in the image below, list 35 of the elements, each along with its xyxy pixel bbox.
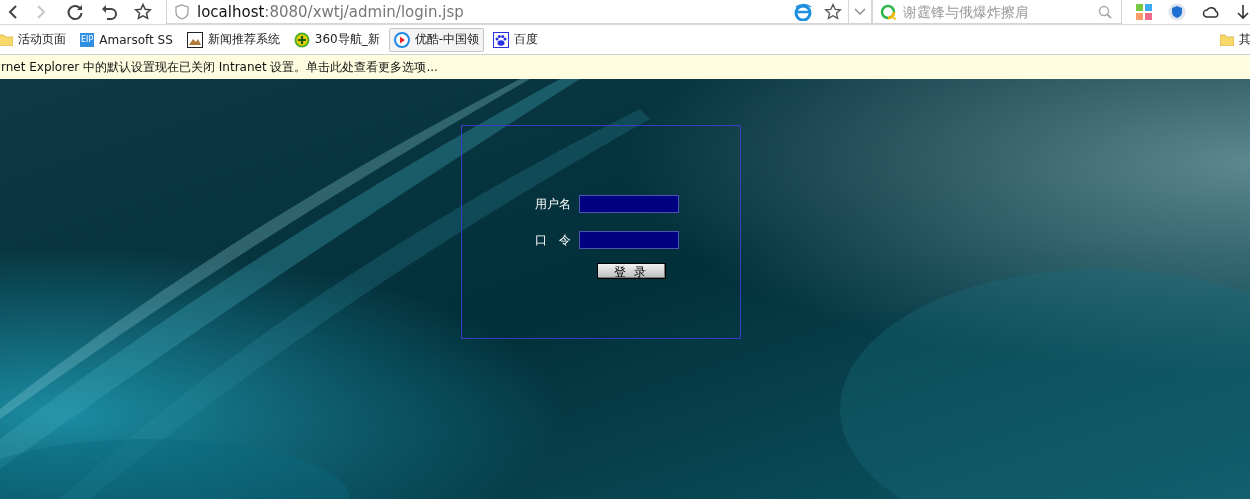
play-circle-icon (393, 31, 410, 48)
field-label: 用户名 (535, 195, 572, 213)
browser-e-icon[interactable] (794, 2, 812, 21)
input-field[interactable] (579, 231, 679, 249)
bookmark-item[interactable]: 优酷-中国领 (388, 27, 485, 52)
picture-frame-icon (186, 31, 203, 48)
paw-icon (493, 31, 510, 48)
bookmark-item[interactable]: 活动页面 (0, 27, 71, 52)
chevron-down-icon[interactable] (854, 7, 866, 16)
eip-logo: EIP (80, 32, 95, 47)
apps-grid-icon[interactable] (1136, 4, 1152, 20)
undo-icon[interactable] (100, 3, 118, 21)
folder-icon (1220, 33, 1234, 46)
url-text: localhost:8080/xwtj/admin/login.jsp (197, 2, 465, 21)
download-icon[interactable] (1236, 4, 1250, 20)
bookmark-item[interactable]: 新闻推荐系统 (181, 27, 285, 52)
shield-icon (175, 3, 189, 20)
plus-circle-icon (293, 31, 310, 48)
search-field[interactable]: 谢霆锋与俄爆炸擦肩 (872, 0, 1122, 24)
back-icon[interactable] (6, 4, 20, 20)
bookmark-item[interactable]: 百度 (488, 27, 544, 52)
folder-icon (0, 33, 13, 46)
cloud-icon[interactable] (1202, 5, 1220, 19)
shield-badge-icon[interactable] (1168, 3, 1186, 21)
bookmark-item[interactable]: EIP Amarsoft SS (75, 27, 178, 52)
ring-logo-icon (880, 4, 896, 20)
star-icon[interactable] (134, 3, 152, 21)
other-bookmarks[interactable]: 其 (1215, 27, 1250, 52)
reload-icon[interactable] (66, 3, 84, 21)
address-bar[interactable]: localhost:8080/xwtj/admin/login.jsp (166, 0, 872, 24)
login-button[interactable]: 登 录 (596, 263, 666, 279)
field-label: 口 令 (535, 231, 572, 249)
input-field[interactable] (579, 195, 679, 213)
bookmark-item[interactable]: 360导航_新 (288, 27, 385, 52)
star-icon[interactable] (824, 2, 842, 21)
